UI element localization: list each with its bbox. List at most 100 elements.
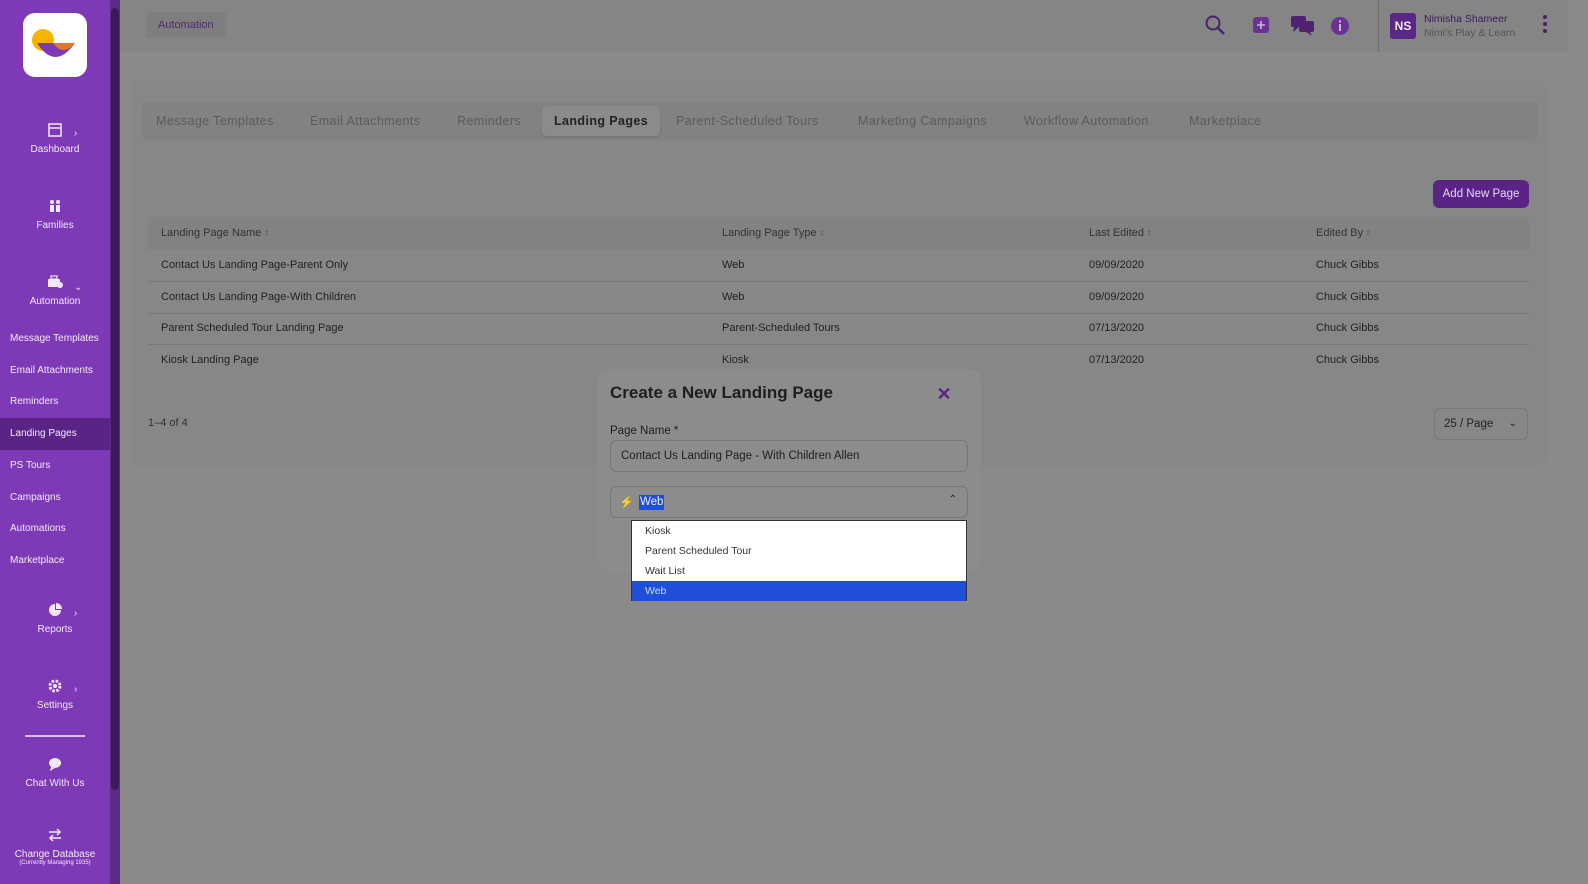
- cell-last-edited: 07/13/2020: [1089, 354, 1145, 366]
- sidebar-subitem-reminders[interactable]: Reminders: [0, 386, 110, 418]
- cell-name[interactable]: Contact Us Landing Page-Parent Only: [161, 250, 348, 281]
- cell-last-edited: 09/09/2020: [1089, 259, 1145, 271]
- chevron-right-icon: ›: [74, 608, 78, 619]
- sort-icon[interactable]: ⇕: [819, 229, 826, 238]
- column-header-label: Edited By: [1316, 227, 1364, 239]
- table-row[interactable]: Contact Us Landing Page-With Children We…: [148, 282, 1529, 314]
- user-name[interactable]: Nimisha Shameer: [1424, 13, 1507, 25]
- sidebar-item-automation[interactable]: Automation ⌄: [0, 274, 110, 307]
- dashboard-icon: [48, 123, 62, 137]
- sidebar-item-reports[interactable]: Reports ›: [0, 602, 110, 635]
- chevron-down-icon: ⌄: [1508, 418, 1517, 429]
- sidebar-item-label: Chat With Us: [25, 778, 85, 789]
- avatar[interactable]: NS: [1390, 13, 1416, 39]
- cell-edited-by: Chuck Gibbs: [1316, 354, 1379, 366]
- cell-edited-by: Chuck Gibbs: [1316, 322, 1379, 334]
- more-options-icon[interactable]: [1540, 15, 1550, 36]
- option-parent-scheduled-tour[interactable]: Parent Scheduled Tour: [632, 541, 966, 561]
- user-org: Nimi's Play & Learn: [1424, 27, 1516, 39]
- families-icon: [50, 200, 60, 212]
- sidebar-item-label: Reports: [37, 624, 73, 635]
- sidebar-subitem-ps-tours[interactable]: PS Tours: [0, 450, 110, 482]
- sidebar-item-chat[interactable]: Chat With Us: [0, 756, 110, 789]
- cell-last-edited: 07/13/2020: [1089, 322, 1145, 334]
- sort-icon[interactable]: ⇕: [1365, 229, 1372, 238]
- add-icon[interactable]: [1252, 16, 1270, 34]
- chevron-right-icon: ›: [74, 684, 78, 695]
- table-row[interactable]: Contact Us Landing Page-Parent Only Web …: [148, 250, 1529, 282]
- page-size-value: 25 / Page: [1444, 418, 1494, 430]
- tab-message-templates[interactable]: Message Templates: [144, 106, 286, 136]
- sidebar-subitem-landing-pages[interactable]: Landing Pages: [0, 418, 110, 450]
- page-name-label: Page Name *: [610, 425, 679, 437]
- tab-bar: Message Templates Email Attachments Remi…: [141, 102, 1538, 140]
- automation-icon: [48, 275, 63, 288]
- pie-chart-icon: [49, 603, 62, 616]
- cell-type: Web: [722, 291, 745, 303]
- add-new-page-button[interactable]: Add New Page: [1433, 180, 1529, 208]
- tab-reminders[interactable]: Reminders: [445, 106, 533, 136]
- column-header-type[interactable]: Landing Page Type ⇕: [722, 217, 825, 250]
- sidebar-item-change-database[interactable]: Change Database (Currently Managing 1935…: [0, 827, 110, 866]
- sidebar-subitem-marketplace[interactable]: Marketplace: [0, 545, 110, 577]
- sidebar-subitem-email-attachments[interactable]: Email Attachments: [0, 355, 110, 387]
- sidebar-item-settings[interactable]: Settings ›: [0, 678, 110, 711]
- sidebar-item-label: Settings: [36, 700, 74, 711]
- gear-icon: [48, 679, 62, 693]
- table-row[interactable]: Parent Scheduled Tour Landing Page Paren…: [148, 313, 1529, 345]
- sidebar-subitem-automations[interactable]: Automations: [0, 513, 110, 545]
- tab-marketing-campaigns[interactable]: Marketing Campaigns: [846, 106, 999, 136]
- top-bar: Automation NS Nimisha Shameer Nimi's Pla…: [120, 0, 1568, 52]
- option-wait-list[interactable]: Wait List: [632, 561, 966, 581]
- messages-icon[interactable]: [1290, 15, 1316, 37]
- cell-name[interactable]: Kiosk Landing Page: [161, 345, 259, 376]
- sidebar-scrollbar-thumb[interactable]: [111, 8, 119, 790]
- page-type-value[interactable]: Web: [639, 495, 665, 510]
- chevron-up-icon[interactable]: ⌃: [949, 494, 957, 505]
- sidebar-subitem-campaigns[interactable]: Campaigns: [0, 482, 110, 514]
- sidebar-item-sublabel: (Currently Managing 1935): [19, 860, 91, 866]
- cell-edited-by: Chuck Gibbs: [1316, 291, 1379, 303]
- column-header-label: Landing Page Type: [722, 227, 817, 239]
- lightning-icon: ⚡: [619, 495, 634, 509]
- sidebar-subitem-message-templates[interactable]: Message Templates: [0, 323, 110, 355]
- tab-marketplace[interactable]: Marketplace: [1177, 106, 1274, 136]
- page-type-dropdown: Kiosk Parent Scheduled Tour Wait List We…: [631, 520, 967, 601]
- table-header: Landing Page Name ⇕ Landing Page Type ⇕ La…: [148, 217, 1529, 250]
- option-kiosk[interactable]: Kiosk: [632, 521, 966, 541]
- sidebar-item-families[interactable]: Families: [0, 198, 110, 231]
- sidebar-item-dashboard[interactable]: Dashboard ›: [0, 122, 110, 155]
- page-scrollbar[interactable]: [1568, 0, 1588, 884]
- cell-name[interactable]: Parent Scheduled Tour Landing Page: [161, 313, 344, 344]
- page-size-select[interactable]: 25 / Page ⌄: [1434, 408, 1528, 440]
- tab-email-attachments[interactable]: Email Attachments: [298, 106, 432, 136]
- info-icon[interactable]: [1330, 16, 1350, 36]
- page-name-input[interactable]: Contact Us Landing Page - With Children …: [610, 440, 968, 472]
- sidebar: Dashboard › Families Automation ⌄ Messag…: [0, 0, 120, 884]
- page-type-select[interactable]: ⚡ Web ⌃: [610, 486, 968, 518]
- breadcrumb[interactable]: Automation: [146, 12, 226, 38]
- tab-parent-scheduled-tours[interactable]: Parent-Scheduled Tours: [664, 106, 831, 136]
- cell-type: Web: [722, 259, 745, 271]
- sidebar-item-label: Dashboard: [30, 144, 80, 155]
- column-header-label: Landing Page Name: [161, 227, 262, 239]
- sidebar-item-label: Families: [36, 220, 74, 231]
- chat-bubble-icon: [49, 758, 61, 771]
- column-header-edited-by[interactable]: Edited By ⇕: [1316, 217, 1372, 250]
- tab-workflow-automation[interactable]: Workflow Automation: [1012, 106, 1161, 136]
- app-logo[interactable]: [23, 13, 87, 77]
- option-web[interactable]: Web: [632, 581, 966, 601]
- tab-landing-pages[interactable]: Landing Pages: [542, 106, 661, 136]
- sort-icon[interactable]: ⇕: [263, 229, 270, 238]
- column-header-last-edited[interactable]: Last Edited ⇕: [1089, 217, 1153, 250]
- search-icon[interactable]: [1204, 14, 1226, 36]
- chevron-right-icon: ›: [74, 128, 78, 139]
- chevron-down-icon: ⌄: [74, 282, 83, 293]
- column-header-name[interactable]: Landing Page Name ⇕: [161, 217, 270, 250]
- sort-icon[interactable]: ⇕: [1146, 229, 1153, 238]
- sidebar-item-label: Automation: [29, 296, 81, 307]
- cell-last-edited: 09/09/2020: [1089, 291, 1145, 303]
- sidebar-scrollbar[interactable]: [110, 0, 120, 884]
- close-icon[interactable]: ✕: [935, 385, 953, 403]
- cell-name[interactable]: Contact Us Landing Page-With Children: [161, 282, 356, 313]
